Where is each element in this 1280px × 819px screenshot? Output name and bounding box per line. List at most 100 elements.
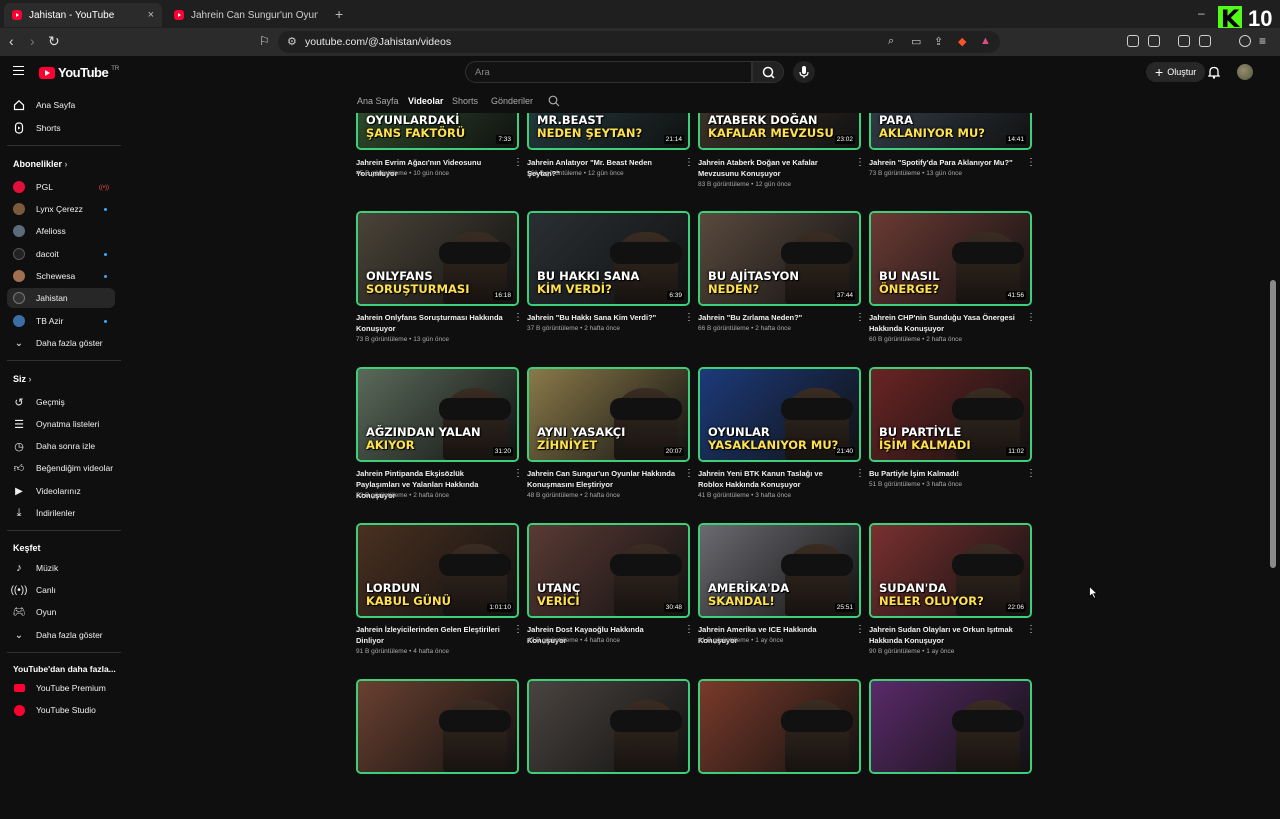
video-card[interactable] <box>698 679 861 819</box>
sidebar-show-more[interactable]: ⌄ Daha fazla göster <box>7 333 115 353</box>
share-icon[interactable]: ⇪ <box>934 35 943 48</box>
sidebar-item-gaming[interactable]: 🎮︎ Oyun <box>7 602 115 622</box>
video-title[interactable]: Jahrein Yeni BTK Kanun Taslağı ve Roblox… <box>698 468 848 490</box>
video-menu-icon[interactable]: ⋮ <box>684 625 694 635</box>
tab-home[interactable]: Ana Sayfa <box>357 96 399 106</box>
notifications-bell-icon[interactable] <box>1208 66 1220 79</box>
video-menu-icon[interactable]: ⋮ <box>684 158 694 168</box>
video-menu-icon[interactable]: ⋮ <box>684 313 694 323</box>
address-bar[interactable]: ⚙ youtube.com/@Jahistan/videos ⌕ ▭ ⇪ ◆ ▲ <box>278 31 1000 53</box>
voice-search-button[interactable] <box>793 61 815 83</box>
video-thumbnail[interactable]: PARA AKLANIYOR MU? 14:41 <box>869 113 1032 150</box>
sidebar-subscription-afelioss[interactable]: Afelioss <box>7 221 115 241</box>
video-title[interactable]: Bu Partiyle İşim Kalmadı! <box>869 468 1019 479</box>
video-card[interactable]: UTANÇ VERİCİ 30:48 Jahrein Dost Kayaoğlu Ha… <box>527 523 694 663</box>
browser-tab-active[interactable]: Jahistan - YouTube × <box>4 3 162 27</box>
video-thumbnail[interactable]: OYUNLAR YASAKLANIYOR MU? 21:40 <box>698 367 861 462</box>
video-title[interactable]: Jahrein Can Sungur'un Oyunlar Hakkında K… <box>527 468 677 490</box>
brave-shield-icon[interactable]: ◆ <box>958 35 966 48</box>
video-thumbnail[interactable]: MR.BEAST NEDEN ŞEYTAN? 21:14 <box>527 113 690 150</box>
video-menu-icon[interactable]: ⋮ <box>1026 469 1036 479</box>
video-thumbnail[interactable]: LORDUN KABUL GÜNÜ 1:01:10 <box>356 523 519 618</box>
video-card[interactable]: BU PARTİYLE İŞİM KALMADI 11:02 Bu Partiyle … <box>869 367 1036 507</box>
video-card[interactable]: BU HAKKI SANA KİM VERDİ? 6:39 Jahrein "Bu H… <box>527 211 694 351</box>
vpn-icon[interactable] <box>1239 35 1251 47</box>
video-menu-icon[interactable]: ⋮ <box>1026 158 1036 168</box>
video-card[interactable]: BU NASIL ÖNERGE? 41:56 Jahrein CHP'nin Sund… <box>869 211 1036 351</box>
sidebar-item-shorts[interactable]: Shorts <box>7 118 115 138</box>
video-thumbnail[interactable]: AYNI YASAKÇI ZİHNİYET 20:07 <box>527 367 690 462</box>
page-scrollbar[interactable] <box>1270 280 1276 568</box>
sidebar-item-youtube-premium[interactable]: YouTube Premium <box>7 678 115 698</box>
video-menu-icon[interactable]: ⋮ <box>1026 625 1036 635</box>
account-avatar[interactable] <box>1237 64 1253 80</box>
sidebar-subscription-jahistan[interactable]: Jahistan <box>7 288 115 308</box>
video-thumbnail[interactable]: BU PARTİYLE İŞİM KALMADI 11:02 <box>869 367 1032 462</box>
video-menu-icon[interactable]: ⋮ <box>1026 313 1036 323</box>
video-thumbnail[interactable]: BU HAKKI SANA KİM VERDİ? 6:39 <box>527 211 690 306</box>
channel-search-icon[interactable] <box>548 95 560 107</box>
site-info-icon[interactable]: ⚙ <box>287 35 297 48</box>
subscriptions-heading[interactable]: Abonelikler › <box>13 159 68 169</box>
video-card[interactable] <box>356 679 519 819</box>
brave-rewards-icon[interactable]: ▲ <box>980 35 991 47</box>
video-thumbnail[interactable]: BU AJİTASYON NEDEN? 37:44 <box>698 211 861 306</box>
video-card[interactable]: AMERİKA'DA SKANDAL! 25:51 Jahrein Amerika v… <box>698 523 865 663</box>
cast-icon[interactable]: ▭ <box>911 35 921 48</box>
forward-icon[interactable]: › <box>30 34 35 48</box>
video-card[interactable] <box>527 679 690 819</box>
video-thumbnail[interactable]: BU NASIL ÖNERGE? 41:56 <box>869 211 1032 306</box>
sidebar-item-watch-later[interactable]: ◷ Daha sonra izle <box>7 436 115 456</box>
video-card[interactable]: AĞZINDAN YALAN AKIYOR 31:20 Jahrein Pintipa… <box>356 367 523 507</box>
extension-icon[interactable] <box>1148 35 1160 47</box>
video-title[interactable]: Jahrein "Bu Hakkı Sana Kim Verdi?" <box>527 312 677 323</box>
video-thumbnail[interactable]: ATABERK DOĞAN KAFALAR MEVZUSU 23:02 <box>698 113 861 150</box>
sidebar-subscription-schewesa[interactable]: Schewesa <box>7 266 115 286</box>
extensions-icon[interactable] <box>1127 35 1139 47</box>
back-icon[interactable]: ‹ <box>9 34 14 48</box>
browser-tab[interactable]: Jahrein Can Sungur'un Oyunlar Hakkı <box>166 3 326 27</box>
video-card[interactable]: AYNI YASAKÇI ZİHNİYET 20:07 Jahrein Can Sun… <box>527 367 694 507</box>
sidebar-subscription-pgl[interactable]: PGL ((•)) <box>7 177 115 197</box>
create-button[interactable]: + Oluştur <box>1146 62 1206 82</box>
video-title[interactable]: Jahrein "Spotify'da Para Aklanıyor Mu?" <box>869 157 1019 168</box>
bookmark-icon[interactable]: ⚐ <box>259 34 270 48</box>
video-card[interactable]: LORDUN KABUL GÜNÜ 1:01:10 Jahrein İzleyicil… <box>356 523 523 663</box>
search-button[interactable] <box>752 61 784 83</box>
sidebar-explore-show-more[interactable]: ⌄ Daha fazla göster <box>7 625 115 645</box>
video-thumbnail[interactable] <box>527 679 690 774</box>
video-menu-icon[interactable]: ⋮ <box>513 469 523 479</box>
sidebar-item-liked[interactable]: 👍︎ Beğendiğim videolar <box>7 458 115 478</box>
sidebar-item-youtube-studio[interactable]: YouTube Studio <box>7 700 115 720</box>
sidebar-item-live[interactable]: ((•)) Canlı <box>7 580 115 600</box>
sidebar-subscription-tbazir[interactable]: TB Azir <box>7 311 115 331</box>
guide-menu-icon[interactable] <box>13 66 24 75</box>
minimize-icon[interactable]: – <box>1198 6 1205 20</box>
video-title[interactable]: Jahrein CHP'nin Sunduğu Yasa Önergesi Ha… <box>869 312 1019 334</box>
video-thumbnail[interactable] <box>356 679 519 774</box>
tab-videos[interactable]: Videolar <box>408 96 443 106</box>
sidebar-item-music[interactable]: ♪ Müzik <box>7 558 115 578</box>
reload-icon[interactable]: ↻ <box>48 34 60 48</box>
sidebar-item-history[interactable]: ↺ Geçmiş <box>7 392 115 412</box>
sidebar-item-playlists[interactable]: ☰ Oynatma listeleri <box>7 414 115 434</box>
tab-close-icon[interactable]: × <box>148 9 154 21</box>
video-menu-icon[interactable]: ⋮ <box>855 469 865 479</box>
video-thumbnail[interactable] <box>698 679 861 774</box>
search-input[interactable]: Ara <box>465 61 752 83</box>
video-thumbnail[interactable] <box>869 679 1032 774</box>
tab-shorts[interactable]: Shorts <box>452 96 478 106</box>
sidebar-subscription-dacoit[interactable]: dacoit <box>7 244 115 264</box>
new-tab-button[interactable]: + <box>335 6 343 22</box>
video-thumbnail[interactable]: AĞZINDAN YALAN AKIYOR 31:20 <box>356 367 519 462</box>
video-menu-icon[interactable]: ⋮ <box>513 313 523 323</box>
sidebar-item-home[interactable]: Ana Sayfa <box>7 95 115 115</box>
video-menu-icon[interactable]: ⋮ <box>684 469 694 479</box>
you-heading[interactable]: Siz › <box>13 374 32 384</box>
video-card[interactable]: SUDAN'DA NELER OLUYOR? 22:06 Jahrein Sudan … <box>869 523 1036 663</box>
youtube-logo[interactable]: YouTube TR <box>39 65 119 80</box>
wallet-icon[interactable] <box>1199 35 1211 47</box>
video-menu-icon[interactable]: ⋮ <box>513 158 523 168</box>
video-card[interactable]: BU AJİTASYON NEDEN? 37:44 Jahrein "Bu Zırla… <box>698 211 865 351</box>
video-menu-icon[interactable]: ⋮ <box>855 313 865 323</box>
